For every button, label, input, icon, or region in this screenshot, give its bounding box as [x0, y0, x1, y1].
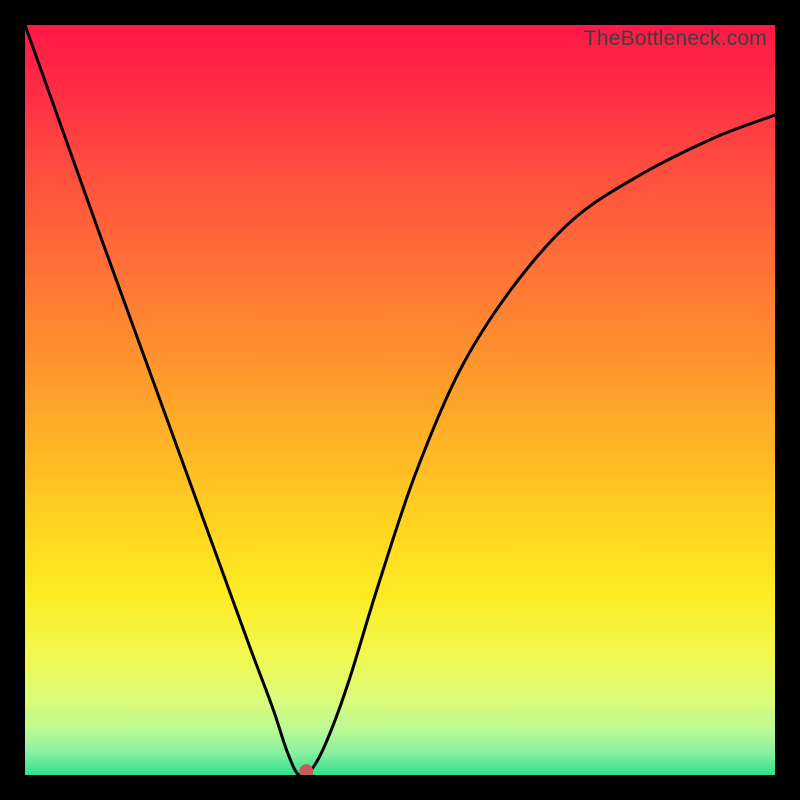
plot-area: TheBottleneck.com — [25, 25, 775, 775]
bottleneck-curve — [25, 25, 775, 775]
optimal-marker — [299, 764, 313, 775]
watermark-label: TheBottleneck.com — [584, 27, 767, 51]
chart-frame: TheBottleneck.com — [0, 0, 800, 800]
